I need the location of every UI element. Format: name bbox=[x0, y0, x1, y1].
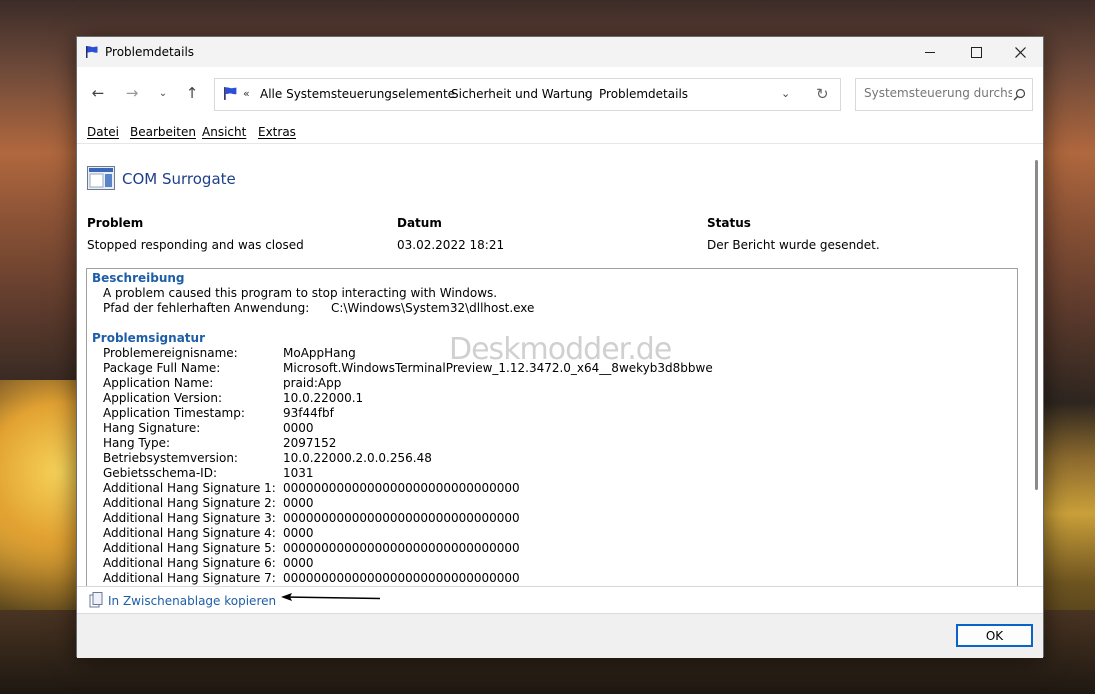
status-header: Status bbox=[707, 216, 751, 230]
arrow-left-icon: ← bbox=[91, 84, 105, 102]
close-button[interactable] bbox=[997, 37, 1043, 67]
button-row: OK bbox=[77, 613, 1043, 658]
signature-key: Additional Hang Signature 3: bbox=[103, 511, 276, 525]
signature-value: MoAppHang bbox=[283, 346, 356, 360]
signature-value: 0000000000000000000000000000000 bbox=[283, 571, 520, 585]
signature-key: Gebietsschema-ID: bbox=[103, 466, 218, 480]
ok-button[interactable]: OK bbox=[956, 624, 1033, 647]
chevron-right-icon[interactable]: › bbox=[435, 87, 439, 100]
signature-key: Application Version: bbox=[103, 391, 223, 405]
signature-value: 1031 bbox=[283, 466, 314, 480]
problem-value: Stopped responding and was closed bbox=[87, 238, 304, 252]
refresh-icon[interactable]: ↻ bbox=[816, 85, 829, 103]
menu-bar: Datei Bearbeiten Ansicht Extras bbox=[77, 121, 1043, 144]
annotation-arrow-icon bbox=[281, 593, 381, 601]
breadcrumb-all-control-panel-items[interactable]: Alle Systemsteuerungselemente bbox=[260, 87, 455, 101]
maximize-button[interactable] bbox=[953, 37, 999, 67]
signature-key: Application Name: bbox=[103, 376, 214, 390]
scrollbar-thumb[interactable] bbox=[1035, 160, 1038, 490]
signature-key: Application Timestamp: bbox=[103, 406, 245, 420]
close-icon bbox=[1014, 46, 1026, 58]
date-value: 03.02.2022 18:21 bbox=[397, 238, 505, 252]
description-title: Beschreibung bbox=[92, 271, 185, 285]
minimize-button[interactable] bbox=[907, 37, 953, 67]
menu-view[interactable]: Ansicht bbox=[202, 125, 246, 139]
menu-edit[interactable]: Bearbeiten bbox=[130, 125, 196, 139]
breadcrumb-overflow[interactable]: « bbox=[243, 87, 250, 100]
minimize-icon bbox=[925, 51, 935, 53]
signature-key: Additional Hang Signature 4: bbox=[103, 526, 276, 540]
signature-value: 0000000000000000000000000000000 bbox=[283, 511, 520, 525]
navigation-bar: ← → ⌄ ↑ « Alle Systemsteuerungselemente … bbox=[77, 67, 1043, 121]
address-bar[interactable]: « Alle Systemsteuerungselemente › Sicher… bbox=[214, 78, 841, 111]
breadcrumb-problem-details[interactable]: Problemdetails bbox=[599, 87, 688, 101]
problem-header: Problem bbox=[87, 216, 144, 230]
signature-value: praid:App bbox=[283, 376, 342, 390]
chevron-down-icon: ⌄ bbox=[158, 87, 168, 99]
chevron-right-icon[interactable]: › bbox=[584, 87, 588, 100]
search-input[interactable] bbox=[864, 86, 1012, 100]
signature-key: Hang Signature: bbox=[103, 421, 201, 435]
watermark: Deskmodder.de bbox=[449, 332, 672, 367]
arrow-right-icon: → bbox=[125, 84, 139, 102]
signature-key: Betriebsystemversion: bbox=[103, 451, 238, 465]
signature-value: 0000000000000000000000000000000 bbox=[283, 541, 520, 555]
problem-details-window: Problemdetails ← → ⌄ ↑ « Alle Systemsteu… bbox=[76, 36, 1044, 658]
signature-key: Additional Hang Signature 7: bbox=[103, 571, 276, 585]
signature-key: Additional Hang Signature 1: bbox=[103, 481, 276, 495]
signature-value: 0000 bbox=[283, 526, 314, 540]
arrow-up-icon: ↑ bbox=[185, 84, 199, 102]
signature-key: Hang Type: bbox=[103, 436, 171, 450]
back-button[interactable]: ← bbox=[88, 83, 108, 103]
date-header: Datum bbox=[397, 216, 442, 230]
breadcrumb-security-maintenance[interactable]: Sicherheit und Wartung bbox=[451, 87, 593, 101]
problem-details-box[interactable]: Beschreibung A problem caused this progr… bbox=[86, 268, 1018, 586]
flag-icon bbox=[86, 46, 98, 58]
faulting-path-value: C:\Windows\System32\dllhost.exe bbox=[331, 301, 535, 315]
signature-key: Package Full Name: bbox=[103, 361, 221, 375]
up-button[interactable]: ↑ bbox=[182, 83, 202, 103]
signature-value: 2097152 bbox=[283, 436, 337, 450]
signature-value: 0000 bbox=[283, 421, 314, 435]
description-text: A problem caused this program to stop in… bbox=[103, 286, 498, 300]
content-scrollbar[interactable] bbox=[1032, 144, 1042, 586]
signature-value: 10.0.22000.2.0.0.256.48 bbox=[283, 451, 432, 465]
faulting-path-label: Pfad der fehlerhaften Anwendung: bbox=[103, 301, 310, 315]
clipboard-icon[interactable] bbox=[89, 592, 103, 608]
signature-value: 0000000000000000000000000000000 bbox=[283, 481, 520, 495]
signature-key: Additional Hang Signature 5: bbox=[103, 541, 276, 555]
signature-value: 0000 bbox=[283, 556, 314, 570]
control-panel-flag-icon bbox=[224, 87, 237, 100]
signature-key: Additional Hang Signature 6: bbox=[103, 556, 276, 570]
signature-value: 0000 bbox=[283, 496, 314, 510]
search-box[interactable] bbox=[855, 78, 1033, 111]
signature-key: Problemereignisname: bbox=[103, 346, 238, 360]
signature-value: 10.0.22000.1 bbox=[283, 391, 364, 405]
copy-to-clipboard-link[interactable]: In Zwischenablage kopieren bbox=[108, 594, 276, 608]
maximize-icon bbox=[970, 46, 982, 58]
application-icon bbox=[87, 166, 115, 190]
menu-file[interactable]: Datei bbox=[87, 125, 119, 139]
title-bar[interactable]: Problemdetails bbox=[77, 37, 1043, 67]
recent-locations-button[interactable]: ⌄ bbox=[153, 83, 173, 103]
signature-value: 93f44fbf bbox=[283, 406, 334, 420]
copy-row: In Zwischenablage kopieren bbox=[77, 586, 1043, 613]
window-title: Problemdetails bbox=[105, 45, 195, 59]
search-icon[interactable] bbox=[1013, 88, 1026, 101]
address-dropdown-icon[interactable]: ⌄ bbox=[781, 87, 790, 100]
menu-extras[interactable]: Extras bbox=[258, 125, 296, 139]
signature-key: Additional Hang Signature 2: bbox=[103, 496, 276, 510]
forward-button[interactable]: → bbox=[122, 83, 142, 103]
problem-signature-title: Problemsignatur bbox=[92, 331, 205, 345]
status-value: Der Bericht wurde gesendet. bbox=[707, 238, 880, 252]
application-name: COM Surrogate bbox=[122, 170, 236, 188]
